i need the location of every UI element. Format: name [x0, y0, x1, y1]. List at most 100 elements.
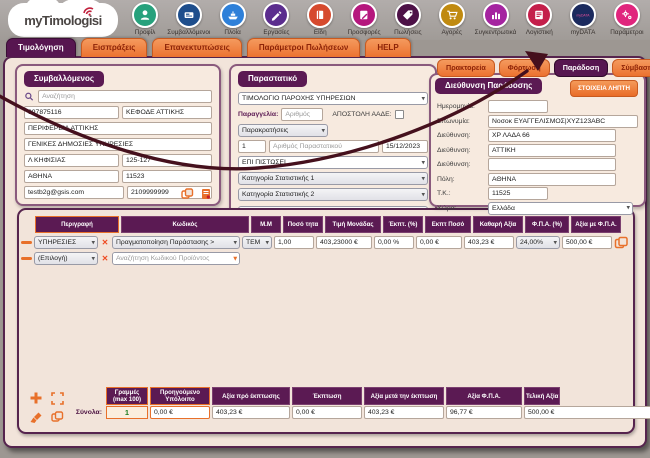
nav-item-profile[interactable]: Προφίλ: [124, 2, 166, 40]
line1-unit-select[interactable]: ΤΕΜ: [242, 236, 272, 249]
tab-fortosi[interactable]: Φόρτωση: [499, 59, 550, 77]
delivery-address1-input[interactable]: [488, 129, 616, 142]
nav-item-ships[interactable]: Πλοία: [212, 2, 254, 40]
nav-item-items[interactable]: Είδη: [299, 2, 341, 40]
line1-discount-pct-input[interactable]: [374, 236, 414, 249]
delivery-name-label: Επωνυμία:: [437, 118, 485, 125]
document-type-select[interactable]: ΤΙΜΟΛΟΓΙΟ ΠΑΡΟΧΗΣ ΥΠΗΡΕΣΙΩΝ: [238, 92, 428, 105]
totals-label: Σύνολα:: [72, 406, 104, 419]
delivery-address2-input[interactable]: [488, 144, 616, 157]
contractor-email-field[interactable]: [24, 186, 124, 199]
document-number-input[interactable]: [269, 140, 379, 153]
tab-epanektyposeis[interactable]: Επανεκτυπώσεις: [152, 38, 241, 57]
svg-text:myDATA: myDATA: [577, 14, 591, 18]
nav-item-tasks[interactable]: Εργασίες: [255, 2, 297, 40]
app-logo[interactable]: myTimologisi: [8, 3, 118, 37]
line1-gross-value-input[interactable]: [562, 236, 612, 249]
add-line-icon[interactable]: [27, 390, 45, 406]
line1-quantity-input[interactable]: [274, 236, 314, 249]
copy-lines-icon[interactable]: [48, 409, 66, 425]
remove-line-icon[interactable]: [21, 241, 32, 244]
delivery-country-label: Χώρα:: [437, 205, 485, 212]
document-date-input[interactable]: [382, 140, 428, 153]
delivery-zip-input[interactable]: [488, 187, 548, 200]
nav-item-contractors[interactable]: Συμβαλλόμενοι: [168, 2, 210, 40]
aade-label: ΑΠΟΣΤΟΛΗ ΑΑΔΕ:: [332, 111, 391, 118]
nav-item-settings[interactable]: Παράμετροι: [606, 2, 648, 40]
line1-vat-select[interactable]: 24,00%: [516, 236, 560, 249]
order-number-input[interactable]: [281, 108, 323, 121]
discount-input: [292, 406, 362, 419]
line2-description-select[interactable]: (Επιλογή): [34, 252, 98, 265]
vat-value-input: [446, 406, 522, 419]
line1-discount-amount-input[interactable]: [416, 236, 462, 249]
contractor-name-field[interactable]: [122, 106, 212, 119]
copy-line-icon[interactable]: [614, 236, 628, 249]
payment-method-select[interactable]: ΕΠΙ ΠΙΣΤΩΣΕΙ: [238, 156, 428, 169]
tab-praktoreia[interactable]: Πρακτορεία: [437, 59, 495, 77]
delivery-city-input[interactable]: [488, 173, 616, 186]
line2-code-search[interactable]: [112, 252, 240, 265]
delivery-tab-bar: Πρακτορεία Φόρτωση Παράδοση Σύμβαση: [437, 59, 650, 77]
header-unit-price: Τιμή Μονάδας: [325, 216, 381, 233]
header-gross-value: Αξία με Φ.Π.Α.: [571, 216, 621, 233]
line1-net-value-input[interactable]: [464, 236, 514, 249]
contractor-zip-field[interactable]: [122, 170, 212, 183]
search-icon[interactable]: [24, 91, 35, 103]
remove-line-icon[interactable]: [21, 257, 32, 260]
tab-help[interactable]: HELP: [365, 38, 410, 57]
previous-balance-input[interactable]: [150, 406, 210, 419]
delivery-address3-input[interactable]: [488, 158, 616, 171]
tab-symvasi[interactable]: Σύμβαση: [612, 59, 650, 77]
withholdings-select[interactable]: Παρακρατήσεις: [238, 124, 328, 137]
nav-item-mydata[interactable]: myDATA myDATA: [562, 2, 604, 40]
contractor-region-field[interactable]: [24, 122, 212, 135]
header-net-value: Καθαρή Αξία: [473, 216, 523, 233]
tab-timologisi[interactable]: Τιμολόγηση: [6, 38, 76, 57]
invoice-lines-panel: Περιγραφή Κωδικός Μ.Μ Ποσό τητα Τιμή Μον…: [17, 208, 635, 434]
nav-item-accounting[interactable]: Λογιστική: [518, 2, 560, 40]
clear-lines-icon[interactable]: [27, 409, 45, 425]
clear-code-icon[interactable]: ✕: [100, 239, 110, 247]
nav-item-offers[interactable]: Προσφορές: [343, 2, 385, 40]
delivery-address3-label: Διεύθυνση:: [437, 161, 485, 168]
delivery-name-input[interactable]: [488, 115, 638, 128]
tab-paradosi[interactable]: Παράδοση: [554, 59, 609, 77]
contractor-vat-field[interactable]: [24, 106, 119, 119]
tab-eispraxeis[interactable]: Εισπράξεις: [81, 38, 148, 57]
value-before-discount-input: [212, 406, 290, 419]
aade-checkbox[interactable]: [395, 110, 404, 119]
header-previous-balance: Προηγούμενο Υπόλοιπο: [150, 387, 210, 405]
tab-parametroi-poliseon[interactable]: Παράμετροι Πωλήσεων: [247, 38, 360, 57]
contractor-document-icon[interactable]: [201, 188, 211, 200]
nav-item-reports[interactable]: Συγκεντρωτικά: [475, 2, 517, 40]
logo-wifi-icon: [82, 5, 96, 16]
header-discount: Έκπτωση: [292, 387, 362, 405]
nav-item-purchases[interactable]: Αγορές: [431, 2, 473, 40]
contractor-activity-field[interactable]: [24, 138, 212, 151]
line1-code-select[interactable]: Πραγματοποίηση Παράστασης >: [112, 236, 240, 249]
recipient-details-button[interactable]: ΣΤΟΙΧΕΙΑ ΛΗΠΤΗ: [570, 80, 638, 97]
contractor-search-input[interactable]: [38, 90, 212, 103]
duplicate-contractor-icon[interactable]: [181, 188, 194, 200]
ships-icon: [226, 8, 240, 22]
delivery-date-input[interactable]: [488, 100, 548, 113]
statistics-category-2-select[interactable]: Κατηγορία Στατιστικής 2: [238, 188, 428, 201]
statistics-category-1-select[interactable]: Κατηγορία Στατιστικής 1: [238, 172, 428, 185]
clear-code-icon[interactable]: ✕: [100, 255, 110, 263]
contractor-panel-title: Συμβαλλόμενος: [24, 71, 104, 87]
sales-icon: [401, 8, 415, 22]
nav-item-sales[interactable]: Πωλήσεις: [387, 2, 429, 40]
line2-code-search-input[interactable]: [113, 253, 239, 264]
document-panel: Παραστατικό ΤΙΜΟΛΟΓΙΟ ΠΑΡΟΧΗΣ ΥΠΗΡΕΣΙΩΝ …: [229, 64, 437, 218]
line1-unit-price-input[interactable]: [316, 236, 372, 249]
line1-description-select[interactable]: ΥΠΗΡΕΣΙΕΣ: [34, 236, 98, 249]
contractor-street-no-field[interactable]: [122, 154, 212, 167]
expand-icon[interactable]: [48, 390, 66, 406]
delivery-country-select[interactable]: Ελλάδα: [488, 202, 633, 215]
header-discount-amount: Εκπτ Ποσό: [425, 216, 471, 233]
series-input[interactable]: [238, 140, 266, 153]
contractor-street-field[interactable]: [24, 154, 119, 167]
contractor-city-field[interactable]: [24, 170, 119, 183]
purchases-icon: [445, 8, 459, 22]
